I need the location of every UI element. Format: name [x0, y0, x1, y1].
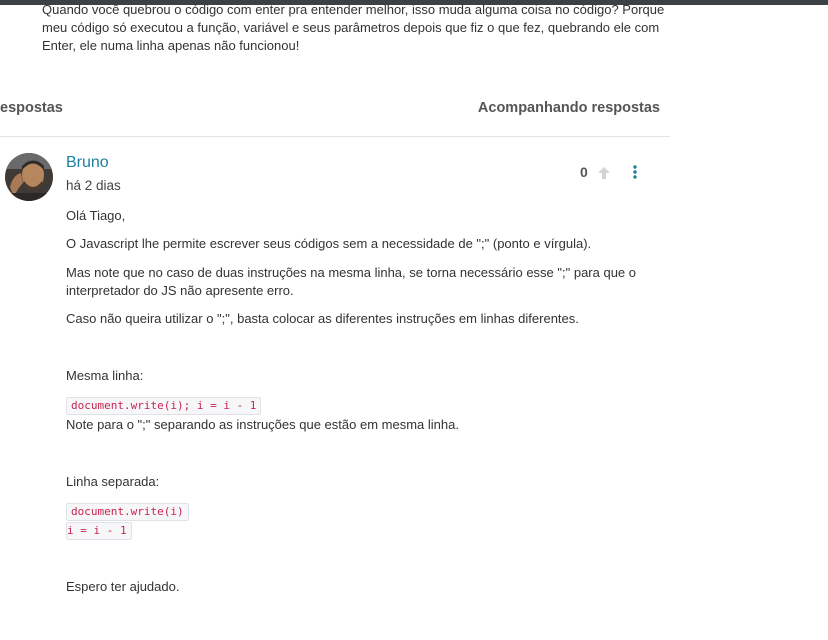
answer-greeting: Olá Tiago, — [66, 208, 126, 223]
upvote-button[interactable] — [596, 166, 612, 180]
user-avatar-icon — [5, 153, 53, 201]
avatar[interactable] — [5, 153, 53, 201]
more-vertical-icon — [633, 165, 637, 179]
code-snippet: document.write(i); i = i - 1 — [66, 397, 262, 415]
answer-body: Olá Tiago, O Javascript lhe permite escr… — [66, 207, 656, 596]
vote-count: 0 — [580, 164, 588, 180]
answer-paragraph: interpretador do JS não apresente erro. — [66, 283, 294, 298]
question-body: Quando você quebrou o código com enter p… — [42, 1, 672, 55]
question-line-3: Enter, ele numa linha apenas não funcion… — [42, 38, 300, 53]
answer-paragraph: O Javascript lhe permite escrever seus c… — [66, 236, 592, 251]
tab-following-answers[interactable]: Acompanhando respostas — [478, 100, 660, 116]
tab-answers[interactable]: espostas — [0, 100, 63, 116]
author-name[interactable]: Bruno — [66, 154, 109, 172]
answer-closing: Espero ter ajudado. — [66, 579, 180, 594]
same-line-label: Mesma linha: — [66, 368, 144, 383]
answer-paragraph: Caso não queira utilizar o ";", basta co… — [66, 311, 579, 326]
code-snippet: i = i - 1 — [66, 522, 132, 540]
answer-paragraph: Mas note que no caso de duas instruções … — [66, 265, 637, 280]
more-options-button[interactable] — [629, 164, 641, 180]
answer-date: há 2 dias — [66, 178, 121, 193]
answer-note: Note para o ";" separando as instruções … — [66, 417, 459, 432]
question-line-1: Quando você quebrou o código com enter p… — [42, 2, 665, 17]
code-snippet: document.write(i) — [66, 503, 189, 521]
separate-line-label: Linha separada: — [66, 474, 160, 489]
arrow-up-icon — [598, 167, 610, 179]
question-line-2: meu código só executou a função, variáve… — [42, 20, 660, 35]
answers-tabs: espostas Acompanhando respostas — [0, 98, 670, 137]
